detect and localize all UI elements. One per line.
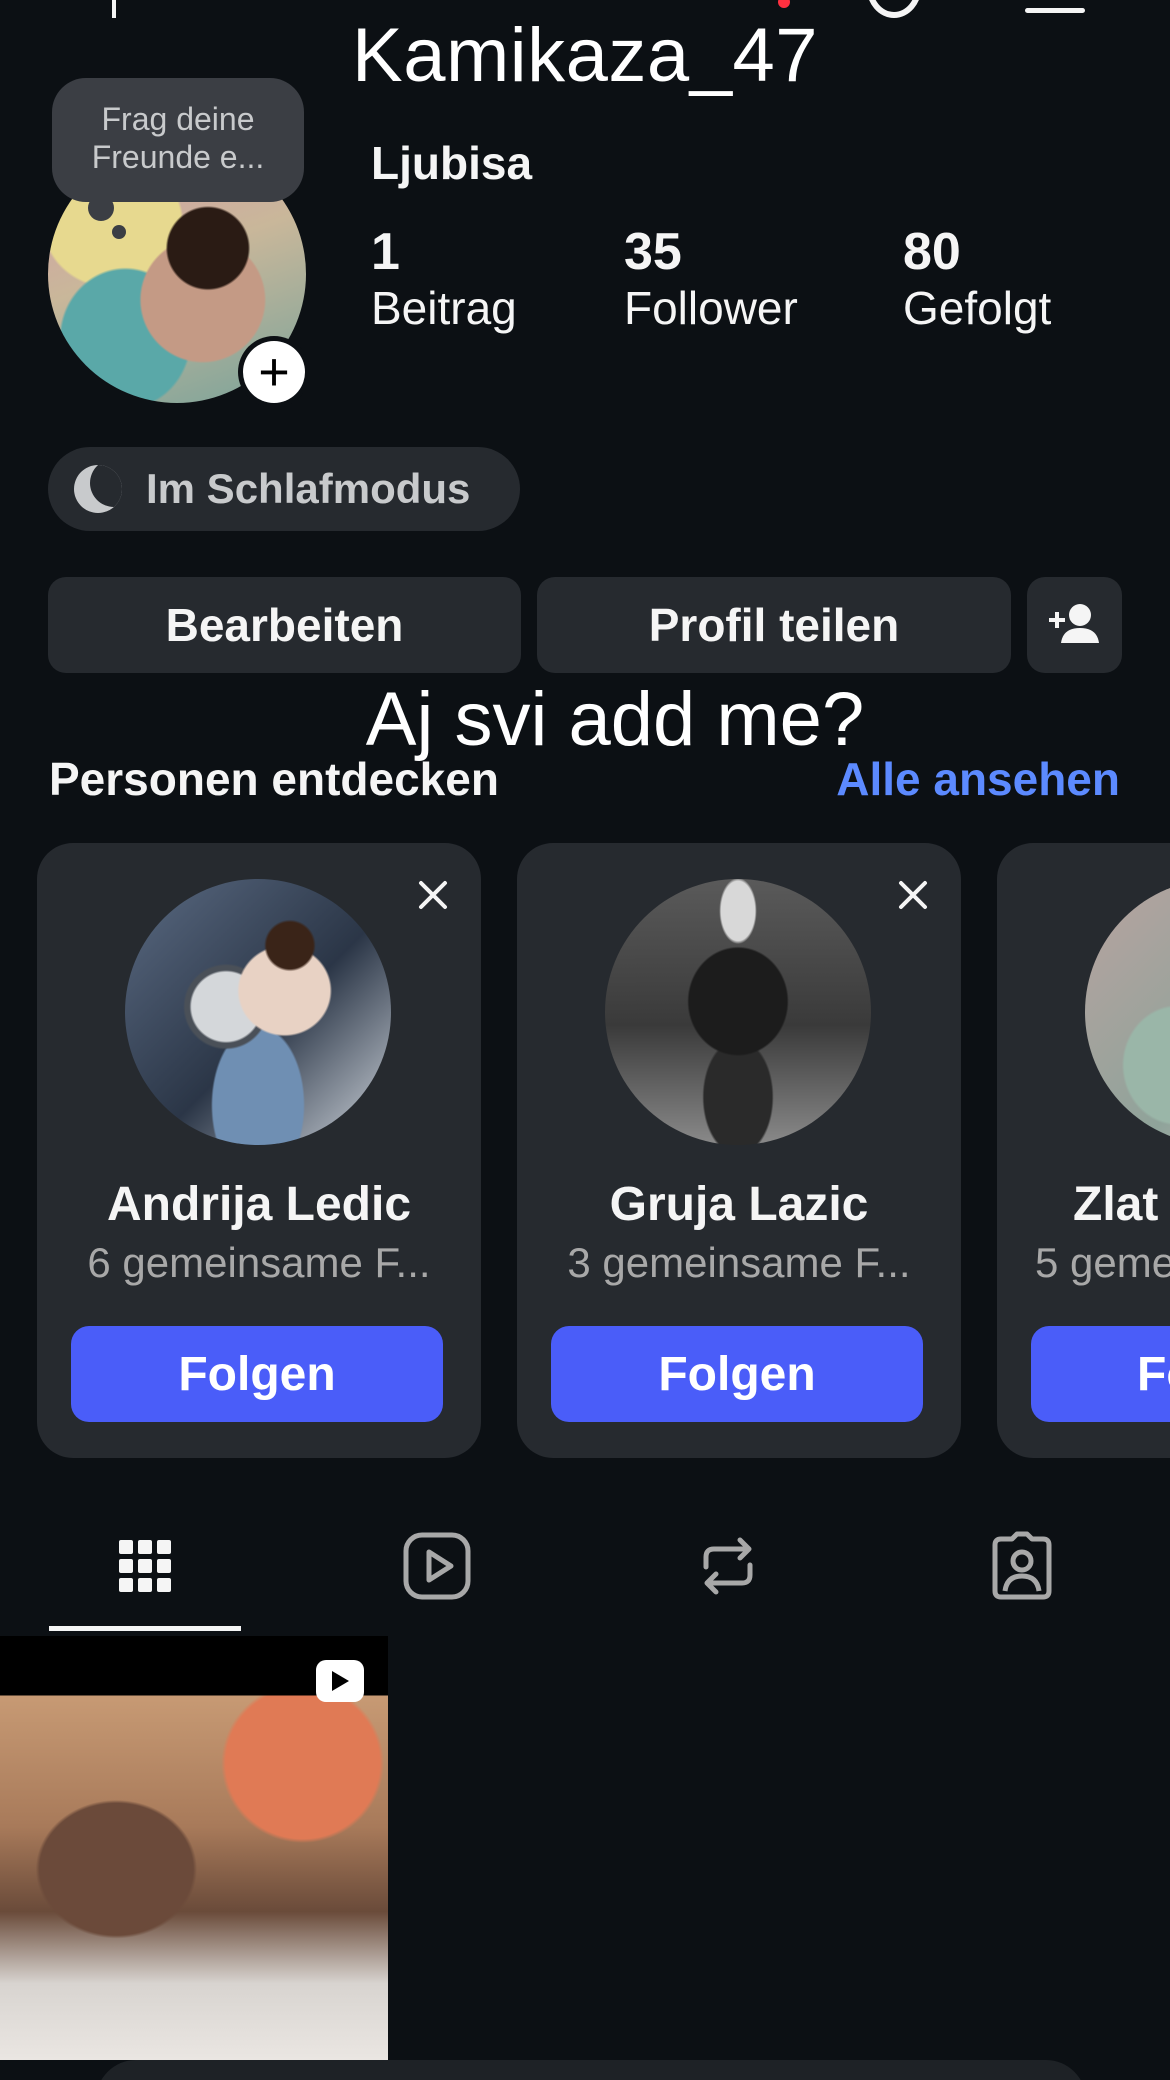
bio-overlay-text: Aj svi add me? xyxy=(365,677,865,762)
stat-posts-label: Beitrag xyxy=(371,282,517,334)
discover-people-button[interactable] xyxy=(1027,577,1122,673)
suggestion-avatar[interactable] xyxy=(1085,879,1170,1145)
stat-followers-label: Follower xyxy=(624,282,798,334)
suggestion-avatar[interactable] xyxy=(605,879,871,1145)
discover-title: Personen entdecken xyxy=(49,753,499,805)
tagged-icon xyxy=(992,1531,1052,1600)
follow-button[interactable]: Folgen xyxy=(71,1326,443,1422)
suggestion-name[interactable]: Gruja Lazic xyxy=(517,1177,961,1232)
stat-following-value: 80 xyxy=(903,223,961,281)
suggestion-mutual: 5 geme xyxy=(1035,1239,1170,1286)
status-text: Im Schlafmodus xyxy=(146,465,471,512)
add-person-icon xyxy=(1049,604,1099,643)
active-tab-indicator xyxy=(49,1626,241,1631)
tab-tagged[interactable] xyxy=(982,1526,1062,1606)
see-all-link[interactable]: Alle ansehen xyxy=(836,752,1120,806)
suggestion-name[interactable]: Andrija Ledic xyxy=(37,1177,481,1232)
follow-button[interactable]: Folgen xyxy=(551,1326,923,1422)
suggestion-avatar[interactable] xyxy=(125,879,391,1145)
suggestion-card[interactable]: Andrija Ledic 6 gemeinsame F... Folgen xyxy=(37,843,481,1458)
stat-followers-value: 35 xyxy=(624,223,682,281)
bottom-sheet-edge xyxy=(96,2060,1086,2080)
close-icon[interactable] xyxy=(893,875,933,915)
moon-icon xyxy=(74,465,122,513)
note-bubble-tail-small xyxy=(112,225,126,239)
stat-following-label: Gefolgt xyxy=(903,282,1052,334)
add-story-button[interactable]: + xyxy=(238,336,310,408)
profile-screen: Kamika... Kamikaza_47 + Frag deine Freun… xyxy=(0,0,1170,2080)
suggestion-mutual: 6 gemeinsame F... xyxy=(87,1239,431,1286)
notification-dot xyxy=(778,0,790,8)
stat-following[interactable]: 80 Gefolgt xyxy=(903,224,1051,336)
reel-icon xyxy=(316,1660,364,1702)
stat-posts[interactable]: 1 Beitrag xyxy=(371,224,517,336)
follow-button[interactable]: Fo xyxy=(1031,1326,1170,1422)
close-icon[interactable] xyxy=(413,875,453,915)
stat-posts-value: 1 xyxy=(371,223,400,281)
stat-followers[interactable]: 35 Follower xyxy=(624,224,798,336)
tab-reposts[interactable] xyxy=(688,1526,768,1606)
grid-icon xyxy=(119,1540,171,1592)
post-thumbnail[interactable] xyxy=(0,1636,388,2060)
status-pill[interactable]: Im Schlafmodus xyxy=(48,447,520,531)
suggestion-mutual: 3 gemeinsame F... xyxy=(567,1239,911,1286)
note-bubble[interactable]: Frag deine Freunde e... xyxy=(52,78,304,202)
edit-profile-button[interactable]: Bearbeiten xyxy=(48,577,521,673)
suggestion-card[interactable]: Gruja Lazic 3 gemeinsame F... Folgen xyxy=(517,843,961,1458)
full-name: Ljubisa xyxy=(371,137,533,189)
share-profile-button[interactable]: Profil teilen xyxy=(537,577,1011,673)
suggestion-card[interactable]: Zlat 5 geme Fo xyxy=(997,843,1170,1458)
suggestion-name[interactable]: Zlat xyxy=(997,1177,1170,1232)
reels-icon xyxy=(403,1532,471,1600)
username-header[interactable]: Kamika... xyxy=(430,0,641,11)
tab-posts[interactable] xyxy=(105,1526,185,1606)
tab-reels[interactable] xyxy=(397,1526,477,1606)
plus-icon: + xyxy=(243,341,305,403)
reposts-icon xyxy=(703,1537,753,1595)
